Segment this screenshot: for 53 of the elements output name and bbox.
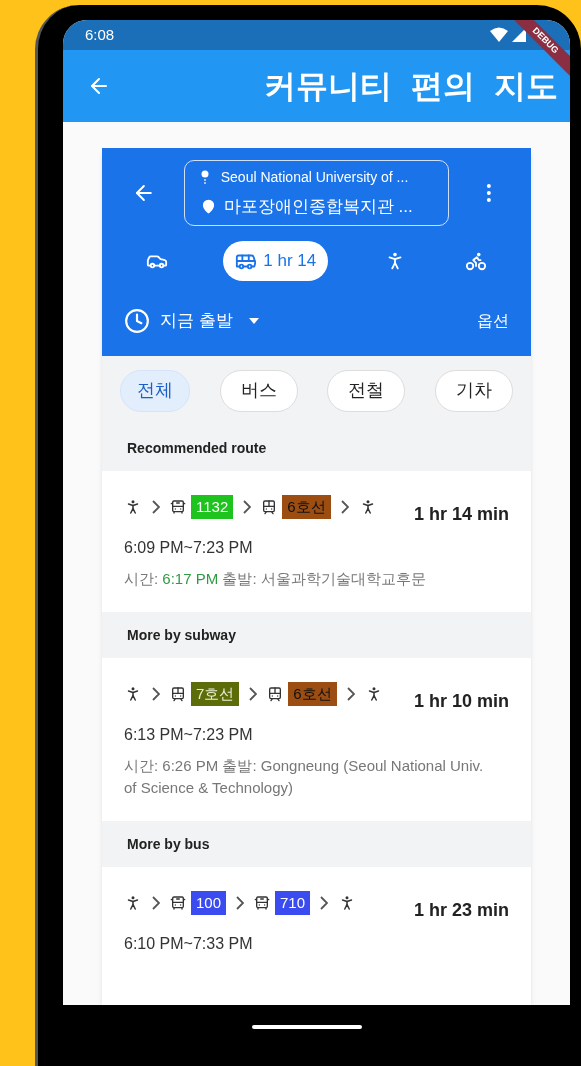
clock-icon <box>124 308 150 334</box>
filter-chip[interactable]: 기차 <box>434 369 513 412</box>
route-times: 6:09 PM~7:23 PM <box>124 538 254 558</box>
route-times: 6:13 PM~7:23 PM <box>124 725 254 745</box>
filter-chip[interactable]: 전철 <box>327 369 406 412</box>
route-duration: 1 hr 14 min <box>413 503 509 526</box>
departure-detail: 시간: 6:26 PM 출발: Gongneung (Seoul National Univ. of Science & Technology) <box>124 756 485 798</box>
line-badge: 100 <box>191 891 227 915</box>
bus-icon <box>170 895 186 911</box>
filter-chip[interactable]: 전체 <box>120 369 190 412</box>
section-header: More by subway <box>102 612 531 658</box>
options-link[interactable]: 옵션 <box>477 309 509 333</box>
caret-icon <box>248 318 259 324</box>
chevron-icon <box>346 687 355 701</box>
status-time: 6:08 <box>85 24 115 45</box>
line-badge: 6호선 <box>288 682 337 706</box>
route-card[interactable]: 100 710 1 hr 23 min 6:10 PM~7:33 PM <box>102 867 531 978</box>
bus-icon <box>170 499 186 515</box>
chevron-icon <box>243 500 252 514</box>
route-endpoints-box[interactable]: Seoul National University of ... 마포장애인종합복지관 ... <box>183 160 450 226</box>
departure-detail: 시간: 6:17 PM 출발: 서울과학기술대학교후문 <box>124 569 427 589</box>
line-badge: 1132 <box>191 495 234 519</box>
chevron-icon <box>320 896 329 910</box>
line-badge: 710 <box>275 891 311 915</box>
route-duration: 1 hr 10 min <box>413 690 509 713</box>
section-header: Recommended route <box>102 425 531 471</box>
chevron-icon <box>340 500 349 514</box>
train-icon <box>170 686 186 702</box>
travel-mode-tab[interactable]: 1 hr 14 <box>223 241 329 281</box>
bus-icon <box>254 895 271 911</box>
destination-text: 마포장애인종합복지관 ... <box>223 195 413 218</box>
train-icon <box>267 686 284 702</box>
origin-text: Seoul National University of ... <box>220 167 409 187</box>
departure-time-dropdown[interactable]: 지금 출발 <box>124 308 259 334</box>
chevron-icon <box>152 687 160 701</box>
wifi-signal-icon <box>490 27 528 43</box>
section-header: More by bus <box>102 821 531 867</box>
chevron-icon <box>249 687 258 701</box>
filter-chip[interactable]: 버스 <box>219 369 298 412</box>
line-badge: 6호선 <box>282 495 331 519</box>
route-duration: 1 hr 23 min <box>413 899 509 922</box>
chevron-icon <box>236 896 245 910</box>
route-card[interactable]: 7호선 6호선 1 hr 10 min 6:13 PM~7:23 PM 시간: 6:26 PM 출발: Gongneung (Seoul National Univ. of Science & Technology) <box>102 658 531 821</box>
bicycle-icon <box>464 250 487 272</box>
train-icon <box>261 499 278 515</box>
route-card[interactable]: 1132 6호선 1 hr 14 min 6:09 PM~7:23 PM 시간: 6:17 PM 출발: 서울과학기술대학교후문 <box>102 471 531 612</box>
location-pin-icon <box>200 199 216 214</box>
chevron-icon <box>152 896 160 910</box>
app-title: 커뮤니티 편의 지도 <box>264 67 558 106</box>
origin-dot-icon <box>200 170 209 185</box>
line-badge: 7호선 <box>191 682 240 706</box>
chevron-icon <box>152 500 160 514</box>
route-times: 6:10 PM~7:33 PM <box>124 934 254 954</box>
